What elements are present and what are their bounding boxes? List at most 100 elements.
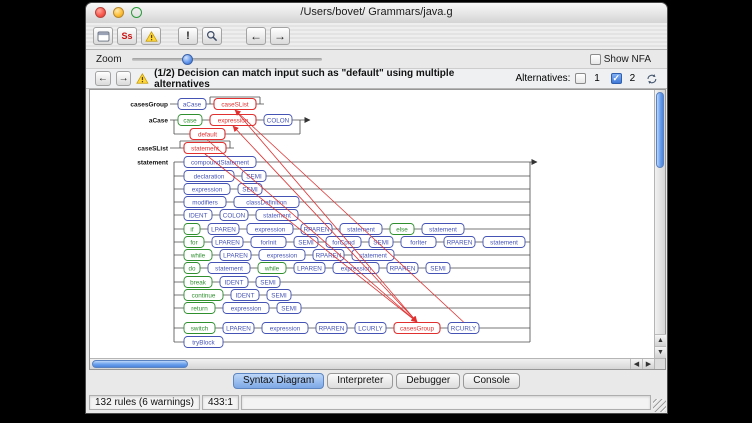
diagram-node-label: expression bbox=[270, 325, 301, 332]
minimize-button[interactable] bbox=[113, 7, 124, 18]
alternatives-label: Alternatives: bbox=[515, 73, 570, 84]
alternative-2-label: 2 bbox=[630, 73, 636, 84]
scrollbar-corner bbox=[654, 358, 665, 369]
diagram-canvas: casesGroupaCasecaseSListaCasecaseexpress… bbox=[89, 89, 666, 370]
diagram-node-label: SEMI bbox=[430, 265, 446, 272]
right-arrow-icon: ▶ bbox=[646, 360, 651, 368]
tab-syntax-diagram[interactable]: Syntax Diagram bbox=[233, 373, 324, 389]
alternative-1-label: 1 bbox=[594, 73, 600, 84]
tab-debugger[interactable]: Debugger bbox=[396, 373, 460, 389]
diagram-node-label: LPAREN bbox=[215, 239, 240, 246]
diagram-node-label: LPAREN bbox=[211, 226, 236, 233]
zoom-window-button[interactable] bbox=[131, 7, 142, 18]
diagram-node-label: expression bbox=[231, 305, 262, 312]
diagram-node-label: COLON bbox=[267, 117, 290, 124]
window-icon bbox=[97, 31, 110, 42]
scroll-up-button[interactable]: ▲ bbox=[655, 334, 666, 346]
diagram-node-label: if bbox=[190, 226, 193, 233]
scroll-right-button[interactable]: ▶ bbox=[642, 359, 654, 369]
status-bar: 132 rules (6 warnings) 433:1 bbox=[86, 392, 667, 413]
title-bar[interactable]: /Users/bovet/ Grammars/java.g bbox=[86, 3, 667, 24]
app-window: /Users/bovet/ Grammars/java.g Ss ! ← → Z… bbox=[85, 2, 668, 414]
diagram-node-label: RCURLY bbox=[451, 325, 477, 332]
diagram-viewport[interactable]: casesGroupaCasecaseSListaCasecaseexpress… bbox=[90, 90, 654, 358]
close-button[interactable] bbox=[95, 7, 106, 18]
diagram-node-label: while bbox=[264, 265, 280, 272]
tab-interpreter[interactable]: Interpreter bbox=[327, 373, 393, 389]
vertical-scrollbar[interactable]: ▲ ▼ bbox=[654, 90, 665, 358]
zoom-bar: Zoom ✓ Show NFA bbox=[86, 50, 667, 69]
diagram-node-label: forIter bbox=[410, 239, 426, 246]
diagram-node-label: statement bbox=[490, 239, 518, 246]
zoom-slider[interactable] bbox=[132, 58, 322, 61]
diagram-node-label: forInit bbox=[261, 239, 277, 246]
zoom-label: Zoom bbox=[96, 54, 122, 65]
diagram-node-label: IDENT bbox=[189, 212, 208, 219]
up-arrow-icon: ▲ bbox=[657, 337, 664, 344]
diagram-node-label: SEMI bbox=[271, 292, 287, 299]
tab-console[interactable]: Console bbox=[463, 373, 520, 389]
rule-label: caseSList bbox=[138, 145, 169, 152]
horizontal-scrollbar[interactable]: ◀ ▶ bbox=[90, 358, 654, 369]
alternative-1-checkbox[interactable]: ✓ bbox=[575, 73, 586, 84]
diagram-node-label: LCURLY bbox=[358, 325, 383, 332]
diagram-node-label: do bbox=[188, 265, 196, 272]
resize-grip[interactable] bbox=[653, 399, 666, 412]
prev-arrow-icon: ← bbox=[98, 73, 108, 84]
back-arrow-icon: ← bbox=[250, 29, 262, 43]
diagram-node-label: aCase bbox=[183, 101, 202, 108]
diagram-node-label: break bbox=[190, 279, 207, 286]
scroll-left-button[interactable]: ◀ bbox=[630, 359, 642, 369]
warnings-button[interactable] bbox=[141, 27, 161, 45]
diagram-node-label: declaration bbox=[194, 173, 225, 180]
diagram-node-label: COLON bbox=[223, 212, 246, 219]
diagram-node-label: expression bbox=[267, 252, 298, 259]
diagram-node-label: statement bbox=[429, 226, 457, 233]
down-arrow-icon: ▼ bbox=[657, 349, 664, 356]
diagram-node-label: for bbox=[190, 239, 197, 246]
prev-warning-button[interactable]: ← bbox=[95, 71, 111, 86]
diagram-node-label: SEMI bbox=[298, 239, 314, 246]
bottom-tabs: Syntax Diagram Interpreter Debugger Cons… bbox=[86, 372, 667, 390]
console-window-button[interactable] bbox=[93, 27, 113, 45]
exclamation-button[interactable]: ! bbox=[178, 27, 198, 45]
diagram-node-label: expression bbox=[192, 186, 223, 193]
diagram-node-label: IDENT bbox=[236, 292, 255, 299]
diagram-node-label: continue bbox=[192, 292, 216, 299]
diagram-node-label: caseSList bbox=[221, 101, 249, 108]
show-nfa-checkbox[interactable]: ✓ bbox=[590, 54, 601, 65]
syntax-diagram[interactable]: casesGroupaCasecaseSListaCasecaseexpress… bbox=[90, 90, 650, 356]
diagram-node-label: expression bbox=[255, 226, 286, 233]
diagram-node-label: LPAREN bbox=[223, 252, 248, 259]
vertical-scrollbar-thumb[interactable] bbox=[656, 92, 664, 168]
back-button[interactable]: ← bbox=[246, 27, 266, 45]
status-spacer bbox=[241, 395, 651, 410]
scroll-down-button[interactable]: ▼ bbox=[655, 346, 666, 358]
diagram-node-label: else bbox=[396, 226, 408, 233]
forward-button[interactable]: → bbox=[270, 27, 290, 45]
search-button[interactable] bbox=[202, 27, 222, 45]
next-warning-button[interactable]: → bbox=[116, 71, 132, 86]
horizontal-scrollbar-thumb[interactable] bbox=[92, 360, 188, 368]
zoom-slider-knob[interactable] bbox=[182, 54, 193, 65]
check-grammar-button[interactable]: Ss bbox=[117, 27, 137, 45]
warning-icon bbox=[145, 31, 158, 42]
alternative-2-checkbox[interactable]: ✓ bbox=[611, 73, 622, 84]
left-arrow-icon: ◀ bbox=[634, 360, 639, 368]
next-arrow-icon: → bbox=[119, 73, 129, 84]
diagram-node-label: return bbox=[191, 305, 208, 312]
diagram-node-label: LPAREN bbox=[297, 265, 322, 272]
diagram-node-label: switch bbox=[191, 325, 209, 332]
diagram-node-label: IDENT bbox=[225, 279, 244, 286]
forward-arrow-icon: → bbox=[274, 29, 286, 43]
diagram-node-label: tryBlock bbox=[192, 339, 215, 346]
diagram-node-label: SEMI bbox=[246, 173, 262, 180]
toolbar: Ss ! ← → bbox=[86, 23, 667, 50]
diagram-node-label: RPAREN bbox=[390, 265, 416, 272]
diagram-node-label: statement bbox=[215, 265, 243, 272]
diagram-node-label: while bbox=[190, 252, 206, 259]
cycle-alternatives-icon[interactable] bbox=[646, 73, 658, 85]
diagram-node-label: forCond bbox=[332, 239, 355, 246]
diagram-node-label: default bbox=[198, 131, 217, 138]
diagram-node-label: statement bbox=[263, 212, 291, 219]
